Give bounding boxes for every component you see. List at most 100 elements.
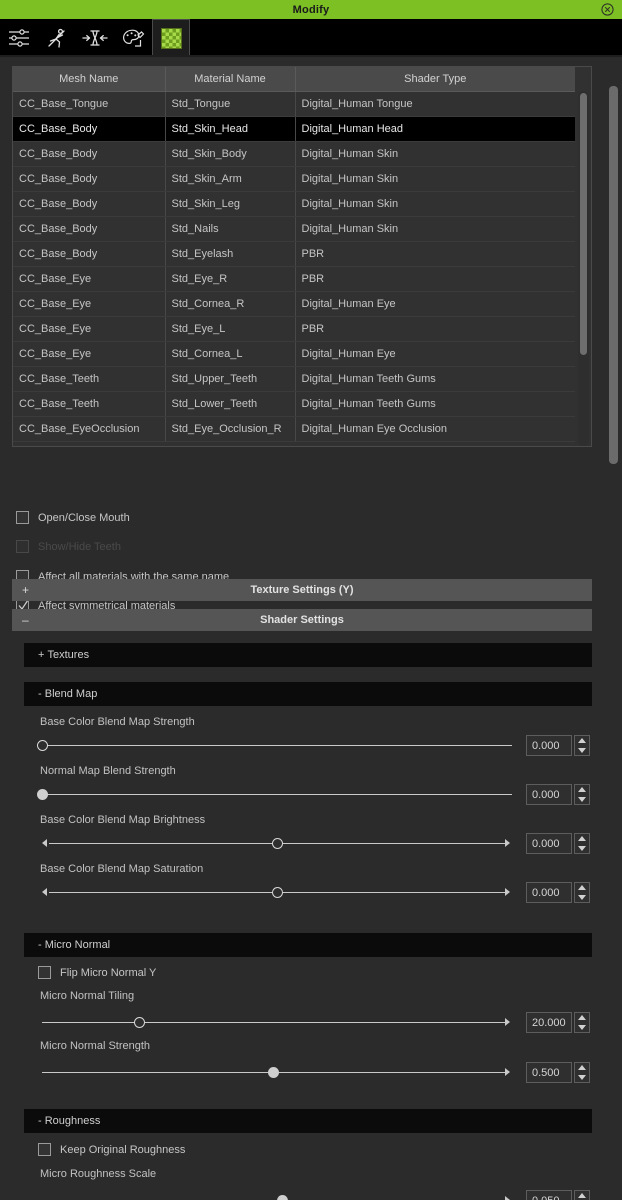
table-scrollbar[interactable] xyxy=(578,91,589,446)
table-row[interactable]: CC_Base_Tongue Std_Tongue Digital_Human To… xyxy=(13,91,575,117)
slider-arrow-right-icon[interactable] xyxy=(505,839,510,847)
table-row[interactable]: CC_Base_Body Std_Nails Digital_Human Skin xyxy=(13,216,575,242)
slider-arrow-right-icon[interactable] xyxy=(505,888,510,896)
micro-param-0-stepper[interactable] xyxy=(574,1012,590,1033)
stepper-up-icon[interactable] xyxy=(578,1065,586,1071)
table-row[interactable]: CC_Base_Body Std_Skin_Leg Digital_Human Sk… xyxy=(13,191,575,217)
micro-param-1-stepper[interactable] xyxy=(574,1062,590,1083)
sliders-icon[interactable] xyxy=(0,19,38,57)
slider-arrow-right-icon[interactable] xyxy=(505,1068,510,1076)
blend-param-0-slider[interactable]: 0.000 xyxy=(0,735,600,756)
table-row[interactable]: CC_Base_Eye Std_Cornea_L Digital_Human Eye xyxy=(13,341,575,367)
material-checker-icon[interactable] xyxy=(152,19,190,57)
blend-param-0-stepper[interactable] xyxy=(574,735,590,756)
cell-shader-type: Digital_Human Skin xyxy=(295,216,575,242)
shader-settings-header[interactable]: – Shader Settings xyxy=(12,609,592,631)
slider-handle[interactable] xyxy=(133,1017,145,1028)
titlebar: Modify xyxy=(0,0,622,19)
micro-param-0-value-field[interactable]: 20.000 xyxy=(526,1012,572,1033)
stepper-up-icon[interactable] xyxy=(578,1015,586,1021)
slider-handle[interactable] xyxy=(36,740,48,751)
cell-mesh-name: CC_Base_Body xyxy=(13,116,166,142)
slider-handle[interactable] xyxy=(277,1195,289,1200)
slider-arrow-right-icon[interactable] xyxy=(505,1196,510,1200)
panel-scrollbar-thumb[interactable] xyxy=(609,86,618,464)
pose-icon[interactable] xyxy=(38,19,76,57)
slider-handle[interactable] xyxy=(271,887,283,898)
table-scrollbar-thumb[interactable] xyxy=(580,93,587,355)
checkbox-open-close-mouth[interactable]: Open/Close Mouth xyxy=(16,511,130,524)
column-header-mesh-name[interactable]: Mesh Name xyxy=(13,67,166,92)
palette-icon[interactable] xyxy=(114,19,152,57)
material-table[interactable]: Mesh Name Material Name Shader Type CC_B… xyxy=(12,66,592,447)
section-roughness[interactable]: - Roughness xyxy=(24,1109,592,1133)
blend-param-3-value-field[interactable]: 0.000 xyxy=(526,882,572,903)
blend-param-2-value-field[interactable]: 0.000 xyxy=(526,833,572,854)
shader-settings-label: Shader Settings xyxy=(260,614,344,626)
section-textures[interactable]: + Textures xyxy=(24,643,592,667)
column-header-material-name[interactable]: Material Name xyxy=(165,67,296,92)
cell-material-name: Std_Skin_Arm xyxy=(165,166,296,192)
table-row[interactable]: CC_Base_EyeOcclusion Std_Eye_Occlusion_R D… xyxy=(13,416,575,442)
micro-param-0-slider[interactable]: 20.000 xyxy=(0,1012,600,1033)
micro-param-1-slider[interactable]: 0.500 xyxy=(0,1062,600,1083)
stepper-up-icon[interactable] xyxy=(578,1193,586,1199)
checkbox-box[interactable] xyxy=(38,1143,51,1156)
table-row[interactable]: CC_Base_Body Std_Skin_Head Digital_Human H… xyxy=(13,116,575,142)
rough-param-0-value: 0.050 xyxy=(532,1195,560,1200)
rough-param-0-slider[interactable]: 0.050 xyxy=(0,1190,600,1200)
blend-param-3-stepper[interactable] xyxy=(574,882,590,903)
cell-material-name: Std_Cornea_R xyxy=(165,291,296,317)
slider-arrow-left-icon[interactable] xyxy=(42,888,47,896)
micro-param-1-value: 0.500 xyxy=(532,1066,560,1079)
stepper-down-icon[interactable] xyxy=(578,796,586,802)
table-row[interactable]: CC_Base_Body Std_Skin_Arm Digital_Human Sk… xyxy=(13,166,575,192)
cell-mesh-name: CC_Base_Body xyxy=(13,191,166,217)
checkbox-keep-original-roughness[interactable]: Keep Original Roughness xyxy=(38,1143,185,1156)
checkbox-box[interactable] xyxy=(38,966,51,979)
rough-param-0-stepper[interactable] xyxy=(574,1190,590,1200)
scale-icon[interactable] xyxy=(76,19,114,57)
table-row[interactable]: CC_Base_Eye Std_Eye_R PBR xyxy=(13,266,575,292)
checkbox-label: Flip Micro Normal Y xyxy=(60,966,157,979)
stepper-up-icon[interactable] xyxy=(578,738,586,744)
slider-arrow-left-icon[interactable] xyxy=(42,839,47,847)
micro-param-1-value-field[interactable]: 0.500 xyxy=(526,1062,572,1083)
blend-param-2-slider[interactable]: 0.000 xyxy=(0,833,600,854)
close-icon[interactable] xyxy=(601,3,614,16)
stepper-down-icon[interactable] xyxy=(578,1024,586,1030)
table-row[interactable]: CC_Base_Eye Std_Cornea_R Digital_Human Eye xyxy=(13,291,575,317)
blend-param-1-value-field[interactable]: 0.000 xyxy=(526,784,572,805)
table-row[interactable]: CC_Base_Body Std_Skin_Body Digital_Human S… xyxy=(13,141,575,167)
table-row[interactable]: CC_Base_Body Std_Eyelash PBR xyxy=(13,241,575,267)
stepper-down-icon[interactable] xyxy=(578,845,586,851)
stepper-down-icon[interactable] xyxy=(578,1074,586,1080)
table-row[interactable]: CC_Base_Teeth Std_Upper_Teeth Digital_Huma… xyxy=(13,366,575,392)
stepper-down-icon[interactable] xyxy=(578,894,586,900)
stepper-down-icon[interactable] xyxy=(578,747,586,753)
slider-handle[interactable] xyxy=(268,1067,279,1078)
page-title: Modify xyxy=(292,3,330,16)
stepper-up-icon[interactable] xyxy=(578,885,586,891)
table-row[interactable]: CC_Base_Teeth Std_Lower_Teeth Digital_Huma… xyxy=(13,391,575,417)
stepper-up-icon[interactable] xyxy=(578,836,586,842)
column-header-shader-type[interactable]: Shader Type xyxy=(295,67,575,92)
blend-param-1-label: Normal Map Blend Strength xyxy=(40,765,176,777)
checkbox-box[interactable] xyxy=(16,511,29,524)
rough-param-0-value-field[interactable]: 0.050 xyxy=(526,1190,572,1200)
blend-param-3-slider[interactable]: 0.000 xyxy=(0,882,600,903)
checkbox-flip-micro-normal-y[interactable]: Flip Micro Normal Y xyxy=(38,966,156,979)
slider-arrow-right-icon[interactable] xyxy=(505,1018,510,1026)
blend-param-1-slider[interactable]: 0.000 xyxy=(0,784,600,805)
blend-param-2-stepper[interactable] xyxy=(574,833,590,854)
slider-handle[interactable] xyxy=(36,789,48,800)
panel-scrollbar[interactable] xyxy=(607,60,620,1198)
section-micro-normal[interactable]: - Micro Normal xyxy=(24,933,592,957)
stepper-up-icon[interactable] xyxy=(578,787,586,793)
texture-settings-header[interactable]: + Texture Settings (Y) xyxy=(12,579,592,601)
section-blend-map[interactable]: - Blend Map xyxy=(24,682,592,706)
table-row[interactable]: CC_Base_Eye Std_Eye_L PBR xyxy=(13,316,575,342)
blend-param-1-stepper[interactable] xyxy=(574,784,590,805)
blend-param-0-value-field[interactable]: 0.000 xyxy=(526,735,572,756)
slider-handle[interactable] xyxy=(271,838,283,849)
